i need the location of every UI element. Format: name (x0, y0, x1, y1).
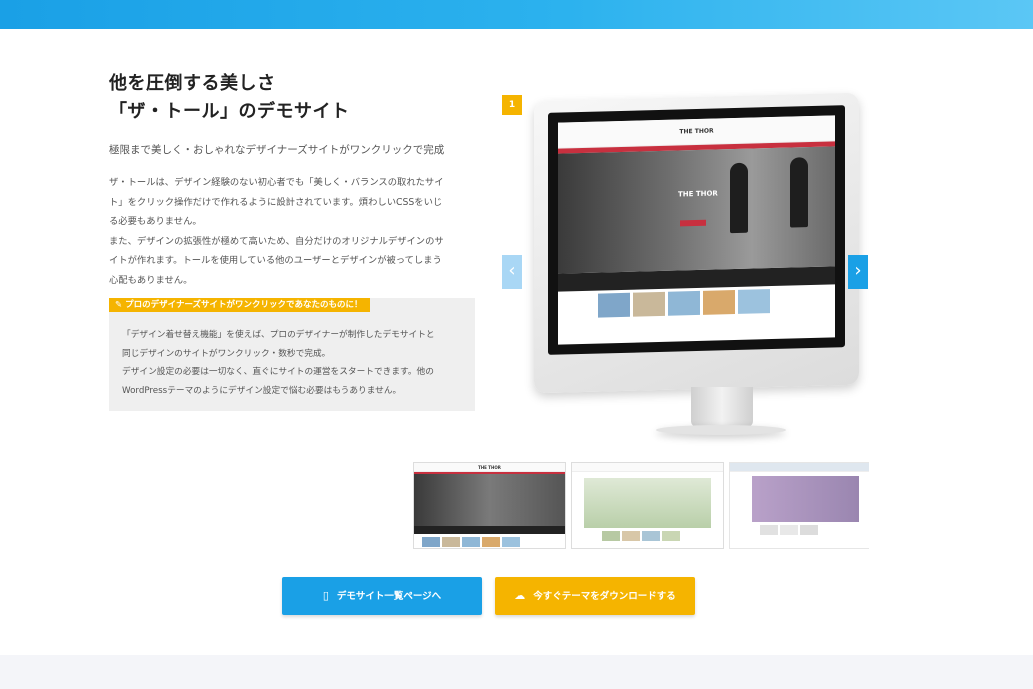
demo-list-button[interactable]: ▯ デモサイト一覧ページへ (282, 577, 482, 615)
thumbnail-3[interactable] (729, 462, 869, 549)
highlight-tag: ✎ プロのデザイナーズサイトがワンクリックであなたのものに！ (109, 298, 371, 312)
preview-thumb (738, 289, 770, 314)
highlight-box: ✎ プロのデザイナーズサイトがワンクリックであなたのものに！ 「デザイン着せ替え機… (109, 298, 475, 411)
thumb-strip (730, 522, 869, 538)
thumb-header (730, 463, 869, 472)
thumbnail-1[interactable]: THE THOR (413, 462, 566, 549)
thumb-hero (584, 478, 711, 528)
next-section-band (0, 655, 1033, 689)
highlight-line: 「デザイン着せ替え機能」を使えば、プロのデザイナーが制作したデモサイトと (122, 330, 435, 340)
slider-prev-button[interactable]: ‹ (502, 255, 522, 289)
highlight-line: WordPressテーマのようにデザイン設定で悩む必要はもうありません。 (122, 385, 402, 396)
title-line-2: 「ザ・トール」のデモサイト (109, 101, 350, 122)
highlight-line: 同じデザインのサイトがワンクリック・数秒で完成。 (122, 348, 331, 359)
preview-thumb-row (558, 284, 835, 321)
preview-thumb (633, 291, 665, 317)
desc-line: ザ・トールは、デザイン経験のない初心者でも「美しく・バランスの取れたサイ (109, 177, 444, 188)
highlight-text: 「デザイン着せ替え機能」を使えば、プロのデザイナーが制作したデモサイトと 同じデ… (122, 326, 467, 400)
thumb-hero (752, 476, 859, 522)
monitor-stand (691, 387, 753, 427)
thumb-logo: THE THOR (478, 465, 501, 470)
demo-slider[interactable]: THE THOR THE THOR 1 ‹ › (500, 92, 870, 445)
chevron-left-icon: ‹ (508, 260, 516, 281)
highlight-tag-label: プロのデザイナーズサイトがワンクリックであなたのものに！ (125, 300, 363, 310)
preview-hero-button (680, 219, 706, 227)
pencil-icon: ✎ (115, 300, 123, 310)
highlight-line: デザイン設定の必要は一切なく、直ぐにサイトの運営をスタートできます。他の (122, 367, 434, 377)
thumb-strip (572, 528, 723, 544)
desc-line: イトが作れます。トールを使用している他のユーザーとデザインが被ってしまう (109, 255, 442, 266)
download-theme-button[interactable]: ☁ 今すぐテーマをダウンロードする (495, 577, 695, 615)
download-label: 今すぐテーマをダウンロードする (533, 591, 676, 602)
description-paragraph: ザ・トールは、デザイン経験のない初心者でも「美しく・バランスの取れたサイ ト」を… (109, 173, 477, 290)
monitor-base (656, 425, 786, 435)
page-title: 他を圧倒する美しさ 「ザ・トール」のデモサイト (109, 70, 477, 126)
top-banner (0, 0, 1033, 29)
demo-intro: 他を圧倒する美しさ 「ザ・トール」のデモサイト 極限まで美しく・おしゃれなデザイ… (109, 70, 477, 411)
desc-line: る必要もありません。 (109, 216, 202, 227)
demo-list-label: デモサイト一覧ページへ (336, 591, 442, 602)
thumb-header: THE THOR (414, 463, 565, 472)
chevron-right-icon: › (854, 260, 862, 281)
desc-line: 心配もありません。 (109, 274, 193, 286)
slider-next-button[interactable]: › (848, 255, 868, 289)
subtitle: 極限まで美しく・おしゃれなデザイナーズサイトがワンクリックで完成 (109, 144, 445, 156)
preview-thumb (703, 289, 735, 315)
monitor-image: THE THOR THE THOR (526, 92, 866, 442)
desc-line: ト」をクリック操作だけで作れるように設計されています。煩わしいCSSをいじ (109, 196, 443, 208)
thumb-band (414, 526, 565, 534)
preview-model-figure (730, 162, 748, 234)
preview-model-figure (790, 157, 808, 228)
thumb-header (572, 463, 723, 472)
preview-thumb (668, 290, 700, 316)
cloud-download-icon: ☁ (514, 589, 526, 602)
slide-number-badge: 1 (502, 95, 522, 115)
desc-line: また、デザインの拡張性が極めて高いため、自分だけのオリジナルデザインのサ (109, 235, 444, 247)
monitor-bezel: THE THOR THE THOR (534, 92, 859, 394)
slider-thumbnails: THE THOR (413, 462, 869, 549)
thumb-hero (414, 474, 565, 526)
monitor-screen: THE THOR THE THOR (548, 105, 845, 355)
preview-thumb (598, 292, 630, 318)
smartphone-icon: ▯ (322, 589, 329, 602)
title-line-1: 他を圧倒する美しさ (109, 73, 276, 94)
preview-hero: THE THOR (558, 146, 835, 274)
demo-site-preview: THE THOR THE THOR (558, 115, 835, 345)
preview-hero-title: THE THOR (678, 189, 718, 199)
thumb-strip (414, 534, 565, 548)
thumbnail-2[interactable] (571, 462, 724, 549)
